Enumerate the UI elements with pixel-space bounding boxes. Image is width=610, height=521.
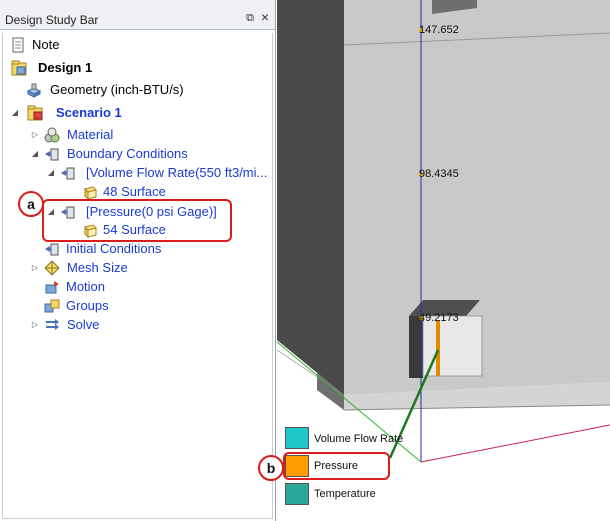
tree-item-label: Geometry (inch-BTU/s) bbox=[50, 82, 184, 97]
axis-coordinate: 49.2173 bbox=[419, 312, 459, 324]
legend-label: Temperature bbox=[314, 488, 376, 500]
close-icon[interactable]: × bbox=[259, 10, 271, 24]
tree-item-label: Solve bbox=[67, 317, 100, 332]
expand-arrow-icon[interactable]: ▷ bbox=[30, 258, 40, 277]
axis-coordinate: 98.4345 bbox=[419, 168, 459, 180]
axis-coordinate: 147.652 bbox=[419, 24, 459, 36]
legend-swatch-temperature bbox=[285, 483, 309, 505]
boundary-conditions-icon bbox=[45, 148, 59, 161]
groups-icon bbox=[44, 299, 60, 313]
collapse-arrow-icon[interactable]: ◢ bbox=[30, 144, 40, 163]
motion-icon bbox=[45, 281, 59, 294]
tree-item-note[interactable]: Note bbox=[10, 35, 270, 54]
pin-icon[interactable]: ⧉ bbox=[244, 11, 256, 25]
tree-item-groups[interactable]: Groups bbox=[44, 296, 269, 315]
tree-item-label: Motion bbox=[66, 279, 106, 294]
callout-b: b bbox=[258, 455, 284, 481]
panel-title: Design Study Bar bbox=[5, 13, 99, 27]
tree-item-geometry[interactable]: Geometry (inch-BTU/s) bbox=[26, 80, 271, 99]
tree-item-material[interactable]: ▷ Material bbox=[30, 125, 270, 144]
tree-item-label: Groups bbox=[66, 298, 109, 313]
legend-swatch-volume-flow-rate bbox=[285, 427, 309, 449]
callout-a-highlight bbox=[42, 199, 232, 242]
tree-item-label: Note bbox=[32, 37, 60, 52]
tree-item-label: Design 1 bbox=[38, 60, 93, 75]
tree-item-motion[interactable]: Motion bbox=[44, 277, 269, 296]
legend-label: Volume Flow Rate bbox=[314, 433, 404, 445]
mesh-size-icon bbox=[44, 260, 60, 276]
collapse-arrow-icon[interactable]: ◢ bbox=[10, 103, 20, 122]
tree-item-solve[interactable]: ▷ Solve bbox=[30, 315, 270, 334]
tree-item-label: Mesh Size bbox=[67, 260, 128, 275]
tree-item-label: Scenario 1 bbox=[56, 105, 122, 120]
expand-arrow-icon[interactable]: ▷ bbox=[30, 125, 40, 144]
tree-item-label: Boundary Conditions bbox=[67, 146, 188, 161]
tree-item-label: [Volume Flow Rate(550 ft3/mi... bbox=[86, 165, 268, 180]
material-icon bbox=[44, 127, 60, 143]
design-study-bar: Design Study Bar ⧉ × Note Design 1 Geome… bbox=[0, 0, 276, 521]
scenario-icon bbox=[27, 105, 43, 121]
initial-conditions-icon bbox=[45, 243, 59, 256]
note-icon bbox=[12, 37, 24, 53]
callout-b-highlight bbox=[283, 452, 390, 480]
tree-item-label: Material bbox=[67, 127, 114, 142]
design-icon bbox=[11, 60, 27, 76]
tree-item-volume-flow-rate[interactable]: ◢ [Volume Flow Rate(550 ft3/mi... bbox=[46, 163, 271, 182]
panel-header: Design Study Bar ⧉ × bbox=[0, 0, 275, 30]
expand-arrow-icon[interactable]: ▷ bbox=[30, 315, 40, 334]
callout-a: a bbox=[18, 191, 44, 217]
surface-icon bbox=[84, 186, 97, 200]
boundary-condition-icon bbox=[61, 167, 75, 180]
tree-item-design[interactable]: Design 1 bbox=[10, 58, 270, 77]
tree-item-boundary-conditions[interactable]: ◢ Boundary Conditions bbox=[30, 144, 270, 163]
solve-icon bbox=[46, 319, 59, 330]
model-viewport[interactable]: 147.652 98.4345 49.2173 Volume Flow Rate… bbox=[277, 0, 610, 521]
geometry-icon bbox=[26, 83, 42, 98]
tree-item-scenario[interactable]: ◢ Scenario 1 bbox=[10, 103, 270, 122]
tree-item-mesh-size[interactable]: ▷ Mesh Size bbox=[30, 258, 270, 277]
collapse-arrow-icon[interactable]: ◢ bbox=[46, 163, 56, 182]
